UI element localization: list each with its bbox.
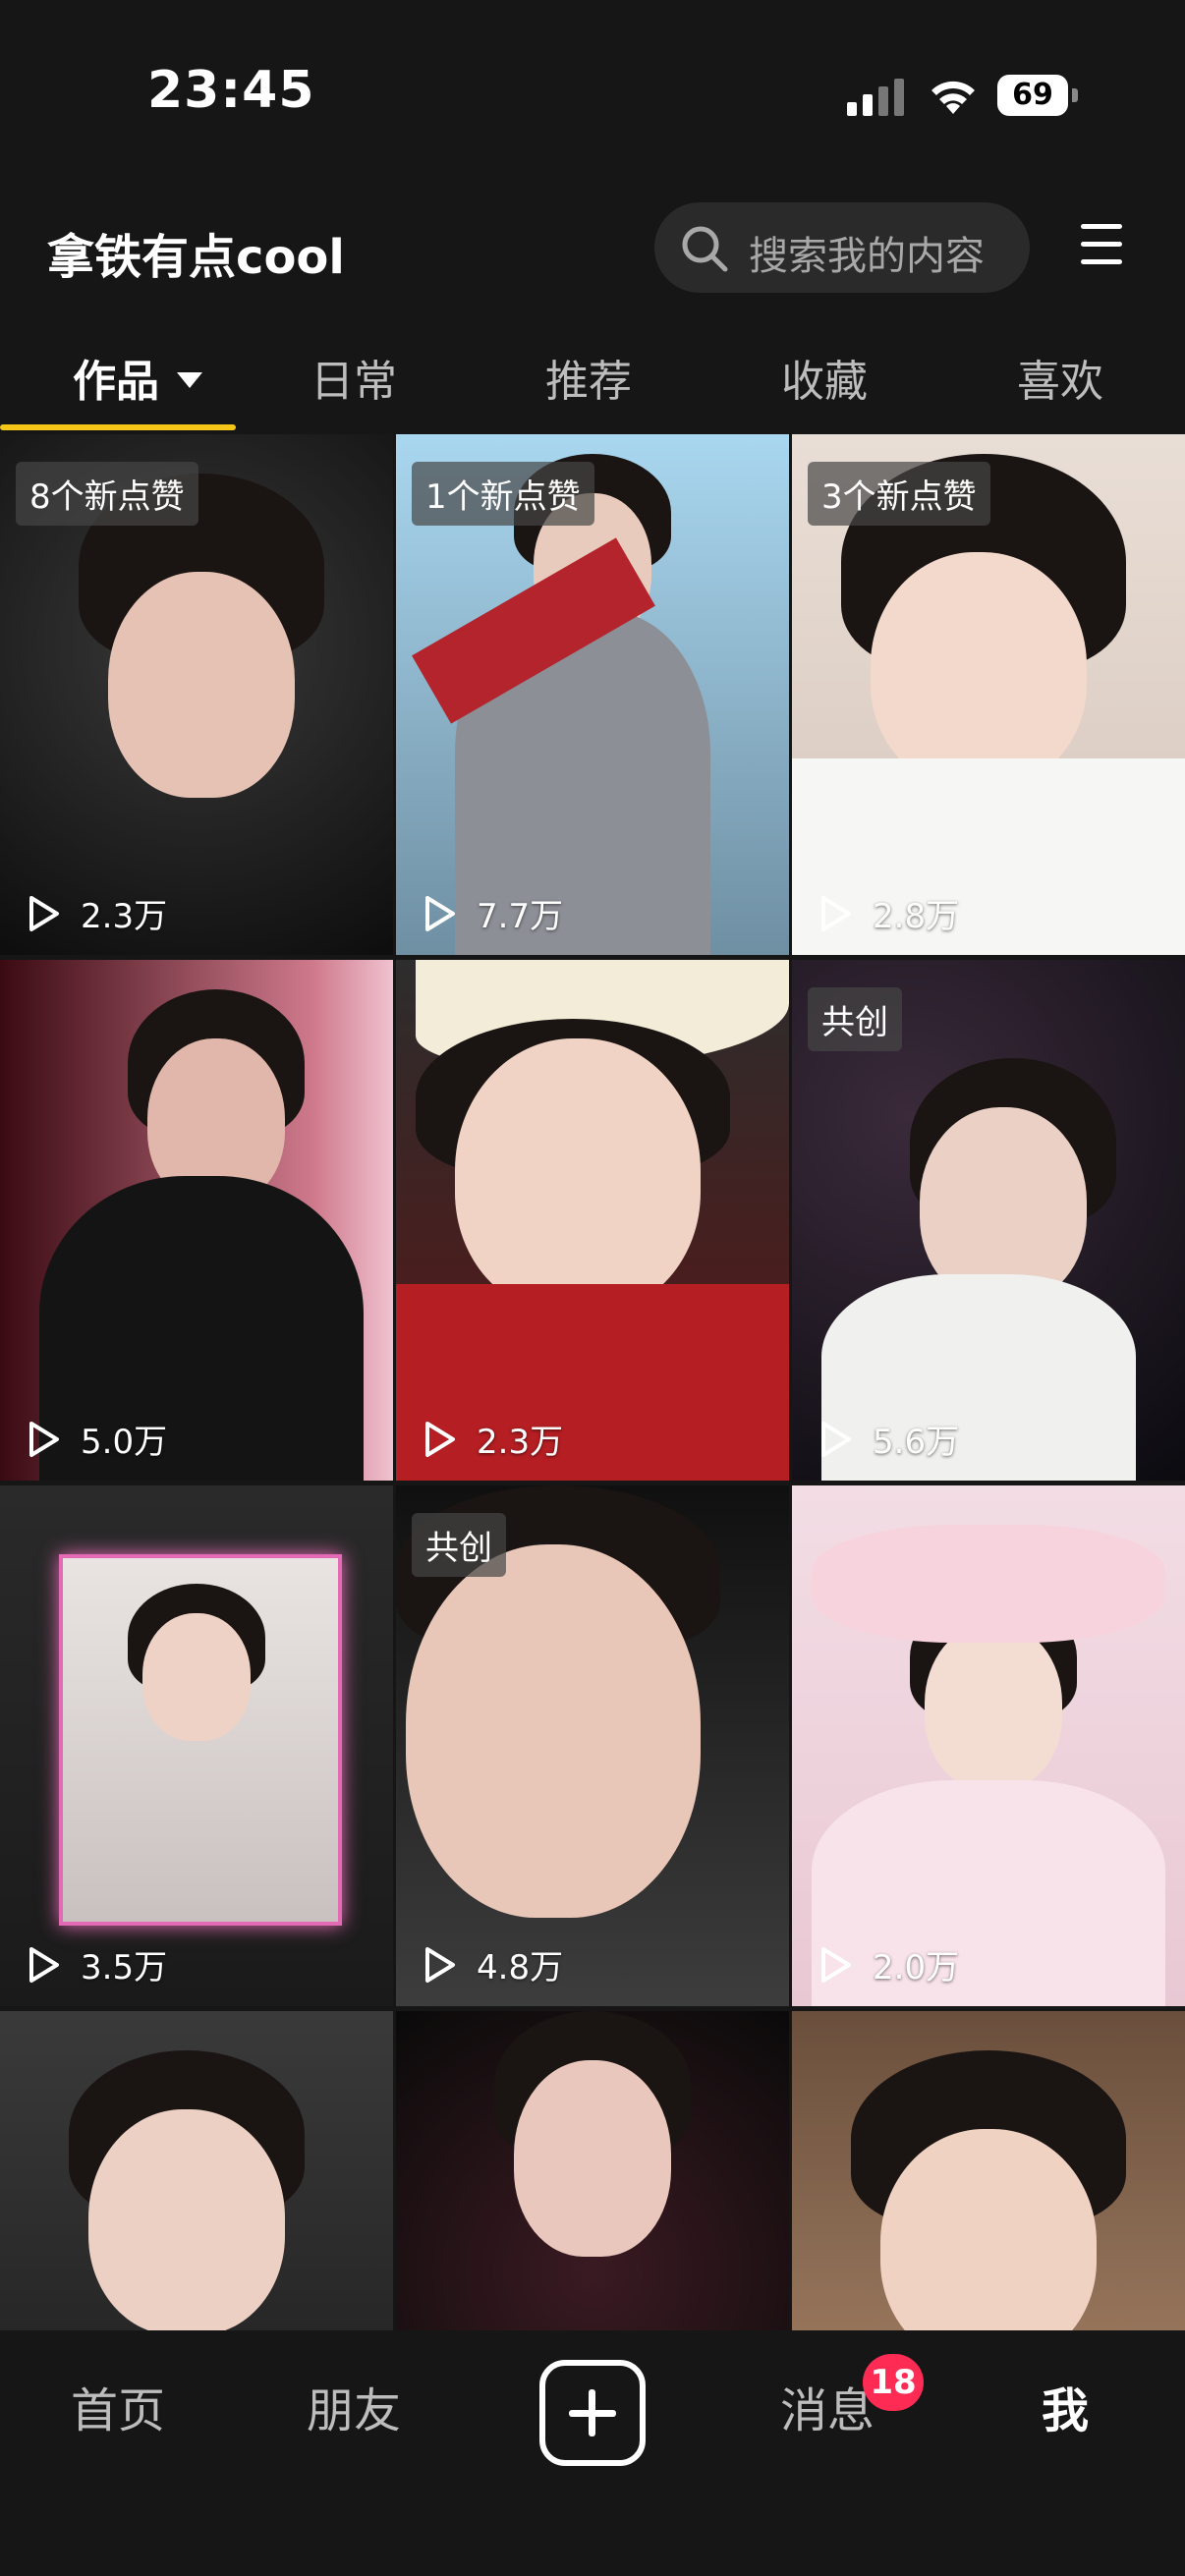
- tab-works[interactable]: 作品: [73, 346, 202, 409]
- content-tabs: 作品 日常 推荐 收藏 喜欢: [0, 334, 1185, 432]
- video-thumbnail[interactable]: [0, 2011, 393, 2330]
- tab-likes[interactable]: 喜欢: [1017, 346, 1103, 409]
- play-icon: [29, 1946, 59, 1983]
- play-icon: [821, 1946, 851, 1983]
- video-thumbnail[interactable]: 3.5万: [0, 1485, 393, 2006]
- nav-me[interactable]: 我: [1042, 2372, 1089, 2440]
- signal-icon: [847, 79, 904, 116]
- messages-unread-badge: 18: [863, 2354, 924, 2411]
- battery-tip: [1072, 88, 1078, 102]
- video-grid: 8个新点赞 2.3万 1个新点赞 7.7万 3个新点赞 2.8万 5.0万 2.…: [0, 434, 1185, 2330]
- play-count: 7.7万: [420, 889, 563, 937]
- video-thumbnail[interactable]: 8个新点赞 2.3万: [0, 434, 393, 955]
- play-icon: [425, 895, 455, 931]
- play-count: 2.3万: [420, 1415, 563, 1463]
- play-count: 4.8万: [420, 1940, 563, 1988]
- play-count: 5.0万: [24, 1415, 167, 1463]
- collab-badge: 共创: [808, 987, 902, 1051]
- tab-daily[interactable]: 日常: [310, 346, 397, 409]
- menu-icon[interactable]: [1081, 224, 1128, 269]
- status-time: 23:45: [147, 61, 315, 120]
- nav-messages[interactable]: 消息: [780, 2372, 875, 2440]
- video-thumbnail[interactable]: 2.3万: [396, 960, 789, 1481]
- video-thumbnail[interactable]: [792, 2011, 1185, 2330]
- profile-header: 拿铁有点cool 搜索我的内容: [0, 196, 1185, 305]
- video-thumbnail[interactable]: 共创 5.6万: [792, 960, 1185, 1481]
- new-likes-badge: 3个新点赞: [808, 462, 990, 526]
- chevron-down-icon: [177, 372, 202, 388]
- video-thumbnail[interactable]: 3个新点赞 2.8万: [792, 434, 1185, 955]
- video-thumbnail[interactable]: 5.0万: [0, 960, 393, 1481]
- play-icon: [821, 1421, 851, 1457]
- video-thumbnail[interactable]: [396, 2011, 789, 2330]
- battery-indicator: 69: [997, 75, 1078, 116]
- active-tab-indicator: [0, 424, 236, 430]
- play-icon: [425, 1946, 455, 1983]
- search-placeholder: 搜索我的内容: [749, 234, 985, 279]
- search-icon: [682, 226, 728, 272]
- play-icon: [29, 895, 59, 931]
- video-thumbnail[interactable]: 1个新点赞 7.7万: [396, 434, 789, 955]
- wifi-icon: [931, 81, 975, 114]
- play-count: 3.5万: [24, 1940, 167, 1988]
- collab-badge: 共创: [412, 1513, 506, 1577]
- bottom-nav: 首页 朋友 消息 18 我: [0, 2330, 1185, 2576]
- tab-favorites[interactable]: 收藏: [781, 346, 868, 409]
- play-count: 2.0万: [816, 1940, 959, 1988]
- battery-level: 69: [997, 75, 1068, 116]
- search-input[interactable]: 搜索我的内容: [654, 202, 1030, 293]
- play-icon: [29, 1421, 59, 1457]
- nav-home[interactable]: 首页: [71, 2372, 165, 2440]
- tab-recommend[interactable]: 推荐: [545, 346, 632, 409]
- play-icon: [821, 895, 851, 931]
- nav-friends[interactable]: 朋友: [307, 2372, 401, 2440]
- play-count: 2.8万: [816, 889, 959, 937]
- video-thumbnail[interactable]: 共创 4.8万: [396, 1485, 789, 2006]
- play-count: 2.3万: [24, 889, 167, 937]
- profile-username: 拿铁有点cool: [47, 230, 345, 285]
- video-thumbnail[interactable]: 2.0万: [792, 1485, 1185, 2006]
- play-icon: [425, 1421, 455, 1457]
- new-likes-badge: 1个新点赞: [412, 462, 594, 526]
- status-bar: 23:45 69: [0, 0, 1185, 187]
- new-likes-badge: 8个新点赞: [16, 462, 198, 526]
- play-count: 5.6万: [816, 1415, 959, 1463]
- create-post-button[interactable]: [539, 2360, 646, 2466]
